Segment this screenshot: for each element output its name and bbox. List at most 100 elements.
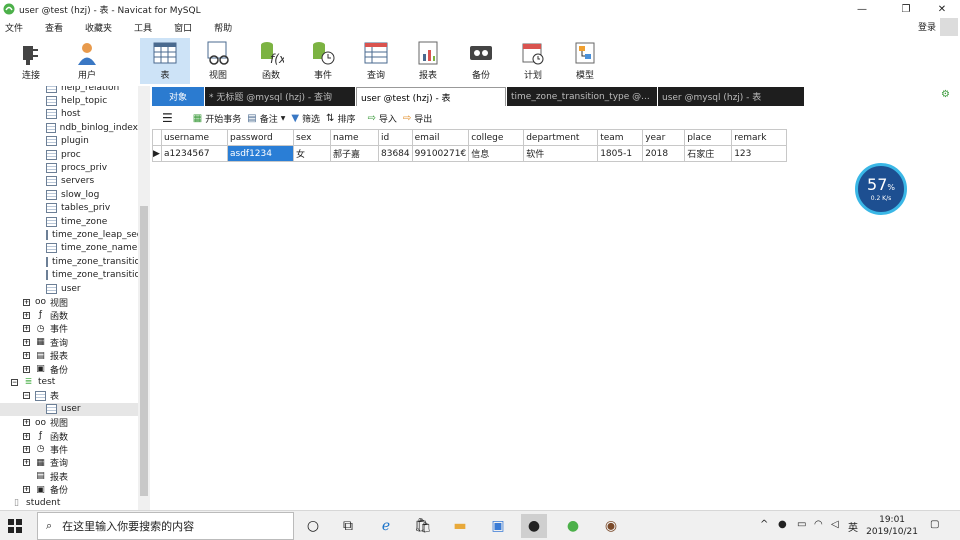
tab-user-test[interactable]: user @test (hzj) - 表 [356, 87, 506, 106]
tab-objects[interactable]: 对象 [152, 87, 204, 106]
navicat-taskbar-icon[interactable]: ● [560, 514, 586, 538]
file-explorer-icon[interactable]: ▬ [447, 514, 473, 538]
expand-toggle-icon[interactable]: + [23, 445, 30, 453]
tree-item-group[interactable]: + ▦ 查询 [0, 336, 138, 349]
tree-item-table[interactable]: time_zone_transition [0, 255, 146, 268]
filter-button[interactable]: ▼ 筛选 [291, 112, 320, 125]
tree-item-group[interactable]: + ▣ 备份 [0, 362, 138, 376]
tree-item-table[interactable]: time_zone [0, 215, 138, 228]
view-button[interactable]: 视图 [193, 38, 243, 84]
col-header[interactable]: email [411, 129, 470, 146]
expand-toggle-icon[interactable]: + [23, 486, 30, 494]
tree-item-table[interactable]: servers [0, 175, 138, 188]
tree-item-group[interactable]: + oo 视图 [0, 295, 138, 309]
schedule-button[interactable]: 计划 [508, 38, 558, 84]
col-header[interactable]: remark [731, 129, 788, 146]
tree-item-group[interactable]: ▤ 报表 [0, 470, 138, 483]
volume-icon[interactable]: ◁ [831, 519, 839, 530]
tree-item-table[interactable]: procs_priv [0, 161, 138, 174]
tree-item-table[interactable]: user [0, 282, 138, 295]
user-button[interactable]: 用户 [62, 38, 112, 84]
menu-help[interactable]: 帮助 [214, 21, 232, 34]
account-avatar[interactable] [940, 18, 958, 36]
expand-toggle-icon[interactable]: + [23, 338, 30, 346]
col-header[interactable]: password [227, 129, 294, 146]
tree-item-table[interactable]: slow_log [0, 188, 138, 201]
function-button[interactable]: f(x) 函数 [246, 38, 296, 84]
photos-app-icon[interactable]: ▣ [485, 514, 511, 538]
restore-button[interactable]: ❐ [890, 0, 922, 18]
cell-sex[interactable]: 女 [293, 145, 331, 162]
tree-item-table[interactable]: time_zone_name [0, 242, 138, 255]
menu-favorites[interactable]: 收藏夹 [85, 21, 112, 34]
tree-item-table[interactable]: help_relation [0, 86, 138, 94]
tree-item-table[interactable]: plugin [0, 135, 138, 148]
expand-toggle-icon[interactable]: + [23, 459, 30, 467]
ime-indicator[interactable]: 英 [848, 519, 858, 534]
model-button[interactable]: 模型 [560, 38, 610, 84]
edge-browser-icon[interactable]: ℯ [373, 514, 399, 538]
menu-tools[interactable]: 工具 [134, 21, 152, 34]
store-icon[interactable]: 🛍 [410, 514, 436, 538]
col-header[interactable]: team [597, 129, 644, 146]
expand-toggle-icon[interactable]: + [23, 432, 30, 440]
tree-item-database[interactable]: − ≣ test [0, 376, 138, 389]
collapse-toggle-icon[interactable]: − [23, 392, 30, 400]
taskbar-search-box[interactable]: ⌕ 在这里输入你要搜索的内容 [37, 512, 294, 540]
login-link[interactable]: 登录 [918, 20, 936, 33]
tree-item-table[interactable]: user [0, 402, 138, 416]
col-header[interactable]: name [330, 129, 379, 146]
task-view-icon[interactable]: ⧉ [335, 514, 361, 538]
network-speed-widget[interactable]: 57% 0.2 K/s [855, 163, 907, 215]
tree-item-group[interactable]: + ◷ 事件 [0, 322, 138, 335]
col-header[interactable]: sex [293, 129, 331, 146]
expand-toggle-icon[interactable]: + [23, 311, 30, 319]
tree-item-table[interactable]: proc [0, 148, 138, 161]
sidebar-scrollbar[interactable] [138, 86, 150, 510]
col-header[interactable]: place [684, 129, 733, 146]
menu-window[interactable]: 窗口 [174, 21, 192, 34]
tree-item-group[interactable]: + ▤ 报表 [0, 349, 138, 362]
cell-college[interactable]: 信息 [468, 145, 525, 162]
cell-department[interactable]: 软件 [523, 145, 599, 162]
cell-username[interactable]: a1234567 [161, 145, 228, 162]
minimize-button[interactable]: — [846, 0, 878, 18]
expand-toggle-icon[interactable]: + [23, 352, 30, 360]
menu-view[interactable]: 查看 [45, 21, 63, 34]
report-button[interactable]: 报表 [403, 38, 453, 84]
cell-email[interactable]: 99100271€ [411, 145, 470, 162]
tray-chevron-icon[interactable]: ^ [760, 519, 768, 530]
expand-toggle-icon[interactable]: + [23, 419, 30, 427]
wifi-icon[interactable]: ◠ [814, 519, 823, 530]
tray-battery-icon[interactable]: ▭ [797, 519, 806, 530]
tree-item-group[interactable]: + ▦ 查询 [0, 456, 138, 469]
col-header[interactable]: id [378, 129, 413, 146]
col-header[interactable]: department [523, 129, 599, 146]
backup-button[interactable]: 备份 [456, 38, 506, 84]
tab-list-icon[interactable]: ⚙ [941, 89, 950, 100]
app-circle-icon[interactable]: ◉ [598, 514, 624, 538]
export-button[interactable]: ⇨ 导出 [403, 112, 432, 125]
tree-item-group[interactable]: + ◷ 事件 [0, 443, 138, 456]
import-button[interactable]: ⇨ 导入 [367, 112, 396, 125]
menu-file[interactable]: 文件 [5, 21, 23, 34]
tab-time-zone-transition-type[interactable]: time_zone_transition_type @... [507, 87, 657, 106]
connect-button[interactable]: 连接 [6, 38, 56, 84]
event-button[interactable]: 事件 [298, 38, 348, 84]
cell-id[interactable]: 83684 [378, 145, 413, 162]
table-row[interactable]: ▶ a1234567 asdf1234 女 郝子嘉 83684 99100271… [152, 145, 788, 162]
cortana-icon[interactable]: ○ [300, 514, 326, 538]
tray-app-icon[interactable]: ● [778, 519, 787, 530]
col-header[interactable]: year [642, 129, 686, 146]
tree-item-table[interactable]: host [0, 108, 138, 121]
expand-toggle-icon[interactable]: + [23, 325, 30, 333]
tree-item-group[interactable]: + ƒ 函数 [0, 429, 138, 443]
table-button[interactable]: 表 [140, 38, 190, 84]
memo-dropdown-icon[interactable]: ▼ [281, 115, 286, 122]
sort-button[interactable]: ⇅ 排序 [326, 112, 355, 125]
system-clock[interactable]: 19:01 2019/10/21 [866, 514, 918, 538]
memo-button[interactable]: ▤ 备注 ▼ [247, 112, 285, 125]
tree-item-table[interactable]: tables_priv [0, 202, 138, 215]
cell-year[interactable]: 2018 [642, 145, 686, 162]
cell-place[interactable]: 石家庄 [684, 145, 733, 162]
